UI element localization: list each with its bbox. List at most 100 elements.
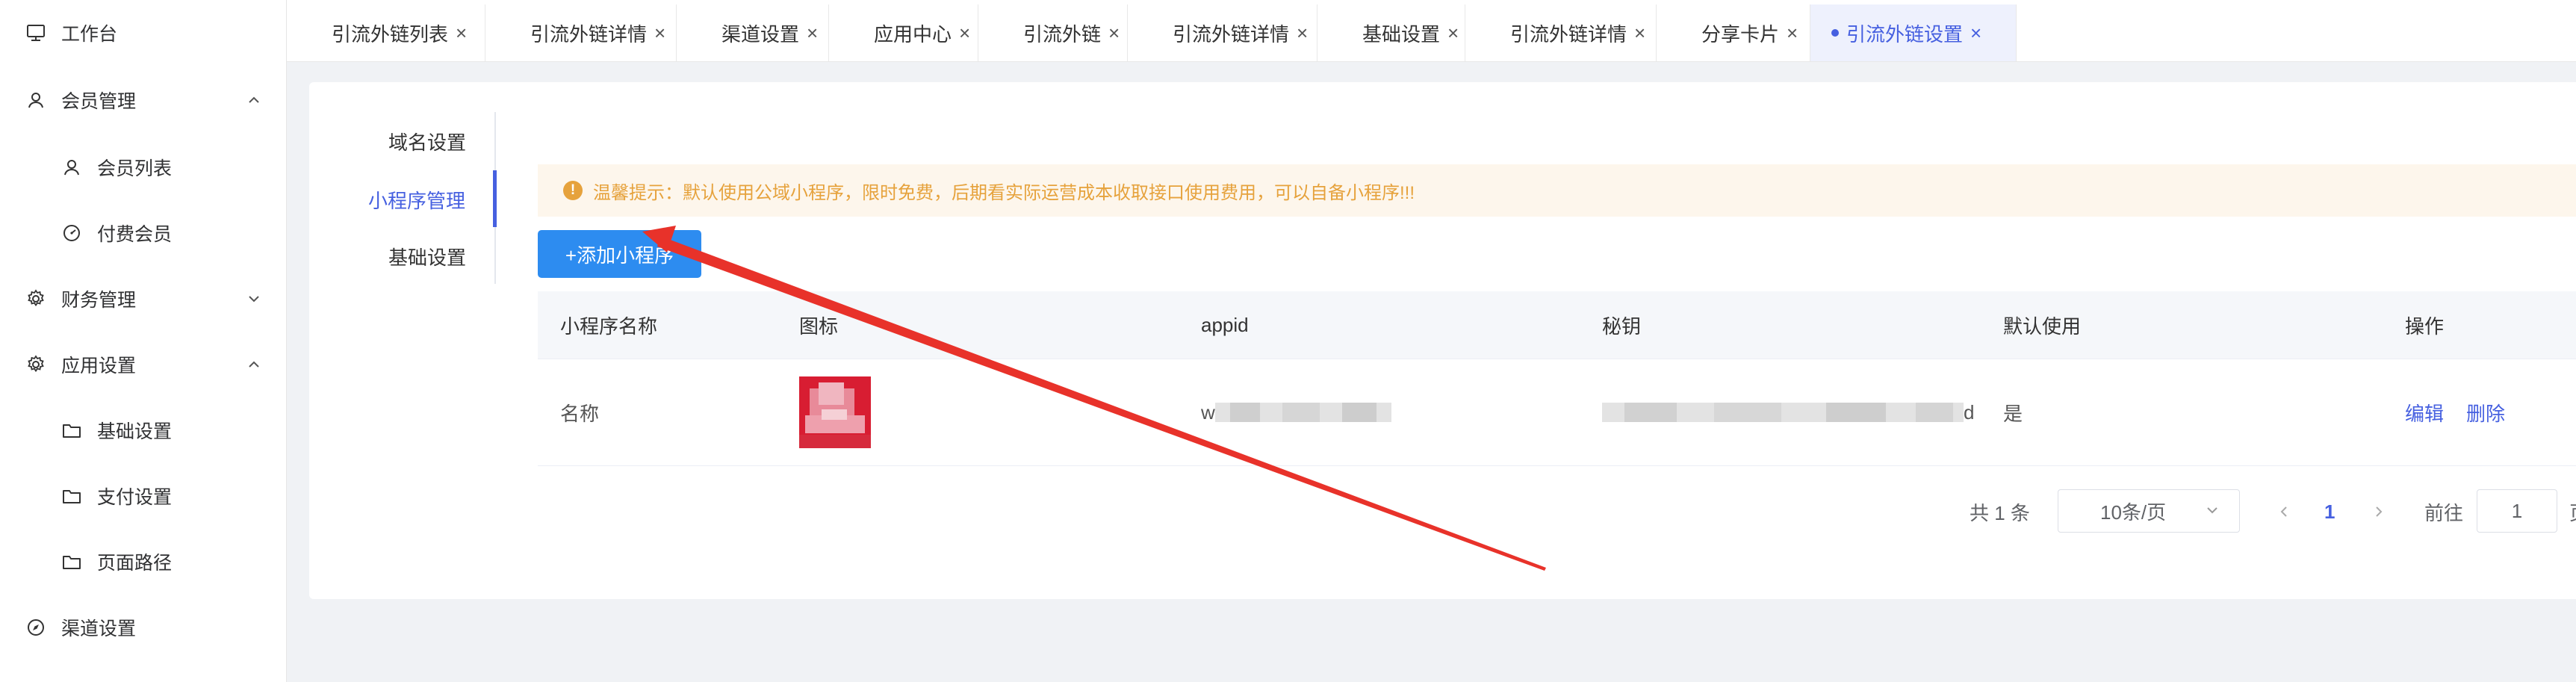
tab-channel-settings[interactable]: 渠道设置 × xyxy=(677,4,829,61)
tab-traffic-link-detail[interactable]: 引流外链详情 × xyxy=(1465,4,1657,61)
sidebar-item-app-settings[interactable]: 应用设置 xyxy=(0,342,286,387)
sidebar-item-channel-settings[interactable]: 渠道设置 xyxy=(0,605,286,650)
tab-bar: 引流外链列表 × 引流外链详情 × 渠道设置 × 应用中心 × 引流外链 × 引… xyxy=(287,0,2576,62)
tab-label: 应用中心 xyxy=(874,22,952,46)
column-header-appid: appid xyxy=(1201,313,1249,336)
cell-name: 名称 xyxy=(560,402,600,425)
tab-label: 引流外链列表 xyxy=(332,22,449,46)
gear-icon xyxy=(25,288,46,309)
column-header-icon: 图标 xyxy=(799,314,839,338)
pagination: 共 1 条 10条/页 1 前往 1 页 xyxy=(0,489,2576,534)
table-row: 名称 w d 是 编辑 删除 xyxy=(538,359,2576,466)
goto-page-input[interactable]: 1 xyxy=(2477,489,2557,533)
column-header-name: 小程序名称 xyxy=(560,314,658,338)
close-icon[interactable]: × xyxy=(959,22,970,45)
miniprogram-table: 小程序名称 图标 appid 秘钥 默认使用 操作 名称 w d 是 编辑 删除 xyxy=(538,291,2576,466)
sidebar-item-label: 会员管理 xyxy=(61,91,137,112)
tab-label: 分享卡片 xyxy=(1701,22,1780,46)
sidebar-item-paid-member[interactable]: 付费会员 xyxy=(0,211,286,255)
tab-label: 引流外链详情 xyxy=(530,22,648,46)
gear-icon xyxy=(25,354,46,375)
sidebar-item-member-management[interactable]: 会员管理 xyxy=(0,78,286,123)
close-icon[interactable]: × xyxy=(1447,22,1459,45)
tab-traffic-link-detail[interactable]: 引流外链详情 × xyxy=(1128,4,1318,61)
cell-actions: 编辑 删除 xyxy=(2405,359,2527,465)
column-header-actions: 操作 xyxy=(2405,314,2445,338)
sidebar-item-page-path[interactable]: 页面路径 xyxy=(0,539,286,584)
monitor-icon xyxy=(25,22,46,43)
sidebar-item-label: 基础设置 xyxy=(97,421,173,442)
cell-icon xyxy=(799,359,871,465)
chevron-up-icon xyxy=(245,356,263,373)
user-icon xyxy=(25,90,46,111)
sidebar-item-basic-settings[interactable]: 基础设置 xyxy=(0,408,286,453)
chevron-down-icon xyxy=(245,290,263,308)
sidebar: 工作台 会员管理 会员列表 付费会员 财务管理 应用设置 基础设置 支付设置 页… xyxy=(0,0,287,682)
tab-basic-settings[interactable]: 基础设置 × xyxy=(1318,4,1465,61)
sidebar-item-label: 应用设置 xyxy=(61,356,137,376)
subnav-active-indicator xyxy=(493,170,497,227)
tab-traffic-link-detail[interactable]: 引流外链详情 × xyxy=(485,4,677,61)
secret-visible-suffix: d xyxy=(1964,400,1975,424)
close-icon[interactable]: × xyxy=(1108,22,1120,45)
sidebar-item-workbench[interactable]: 工作台 xyxy=(0,10,286,55)
tab-label: 引流外链详情 xyxy=(1510,22,1627,46)
tab-label: 渠道设置 xyxy=(721,22,800,46)
folder-icon xyxy=(61,551,82,572)
compass-icon xyxy=(25,617,46,638)
sidebar-item-label: 工作台 xyxy=(61,24,118,45)
chevron-left-icon xyxy=(2280,506,2287,517)
cell-secret: d xyxy=(1602,359,1974,465)
close-icon[interactable]: × xyxy=(1297,22,1308,45)
subnav-miniprogram-management[interactable]: 小程序管理 xyxy=(368,186,465,214)
close-icon[interactable]: × xyxy=(807,22,818,45)
page-number-current[interactable]: 1 xyxy=(2324,489,2335,534)
tab-app-center[interactable]: 应用中心 × xyxy=(829,4,978,61)
add-miniprogram-button[interactable]: +添加小程序 xyxy=(538,230,701,278)
edit-link[interactable]: 编辑 xyxy=(2405,399,2444,427)
sidebar-item-member-list[interactable]: 会员列表 xyxy=(0,145,286,190)
delete-link[interactable]: 删除 xyxy=(2466,399,2505,427)
subnav-domain-settings[interactable]: 域名设置 xyxy=(388,128,466,155)
cell-default: 是 xyxy=(2003,402,2023,425)
active-dot-icon xyxy=(1831,29,1839,37)
sidebar-item-label: 财务管理 xyxy=(61,290,137,311)
tab-traffic-link-settings[interactable]: 引流外链设置 × xyxy=(1810,4,2017,61)
tab-label: 引流外链详情 xyxy=(1173,22,1290,46)
user-icon xyxy=(61,157,82,178)
cell-appid: w xyxy=(1201,359,1391,465)
close-icon[interactable]: × xyxy=(654,22,665,45)
pagination-total: 共 1 条 xyxy=(1970,501,2030,524)
gauge-icon xyxy=(61,223,82,244)
sidebar-item-finance[interactable]: 财务管理 xyxy=(0,276,286,321)
close-icon[interactable]: × xyxy=(1787,22,1798,45)
column-header-default: 默认使用 xyxy=(2003,314,2082,338)
tab-share-card[interactable]: 分享卡片 × xyxy=(1657,4,1810,61)
sidebar-item-label: 会员列表 xyxy=(97,158,173,179)
tab-traffic-link[interactable]: 引流外链 × xyxy=(978,4,1128,61)
tab-traffic-link-list[interactable]: 引流外链列表 × xyxy=(287,4,485,61)
next-page-button[interactable] xyxy=(2371,489,2386,534)
page-suffix: 页 xyxy=(2569,489,2576,534)
warning-alert: ! 温馨提示：默认使用公域小程序，限时免费，后期看实际运营成本收取接口使用费用，… xyxy=(538,164,2576,217)
alert-text: 温馨提示：默认使用公域小程序，限时免费，后期看实际运营成本收取接口使用费用，可以… xyxy=(593,182,1415,203)
tab-label: 引流外链设置 xyxy=(1846,22,1964,46)
sidebar-item-label: 渠道设置 xyxy=(61,619,137,639)
chevron-down-icon xyxy=(2205,500,2220,523)
goto-label: 前往 xyxy=(2424,501,2464,524)
miniprogram-logo xyxy=(799,376,871,448)
close-icon[interactable]: × xyxy=(1970,22,1981,45)
tab-label: 基础设置 xyxy=(1362,22,1441,46)
prev-page-button[interactable] xyxy=(2276,489,2291,534)
page-size-select[interactable]: 10条/页 xyxy=(2058,489,2240,533)
subnav-basic-settings[interactable]: 基础设置 xyxy=(388,243,466,270)
column-header-secret: 秘钥 xyxy=(1602,314,1642,338)
sidebar-item-label: 付费会员 xyxy=(97,224,173,245)
secret-redacted xyxy=(1602,403,1964,422)
close-icon[interactable]: × xyxy=(456,22,467,45)
page-size-value: 10条/页 xyxy=(2100,500,2167,524)
close-icon[interactable]: × xyxy=(1634,22,1645,45)
appid-redacted xyxy=(1214,403,1391,422)
warning-icon: ! xyxy=(563,181,583,200)
sidebar-item-label: 页面路径 xyxy=(97,553,173,574)
